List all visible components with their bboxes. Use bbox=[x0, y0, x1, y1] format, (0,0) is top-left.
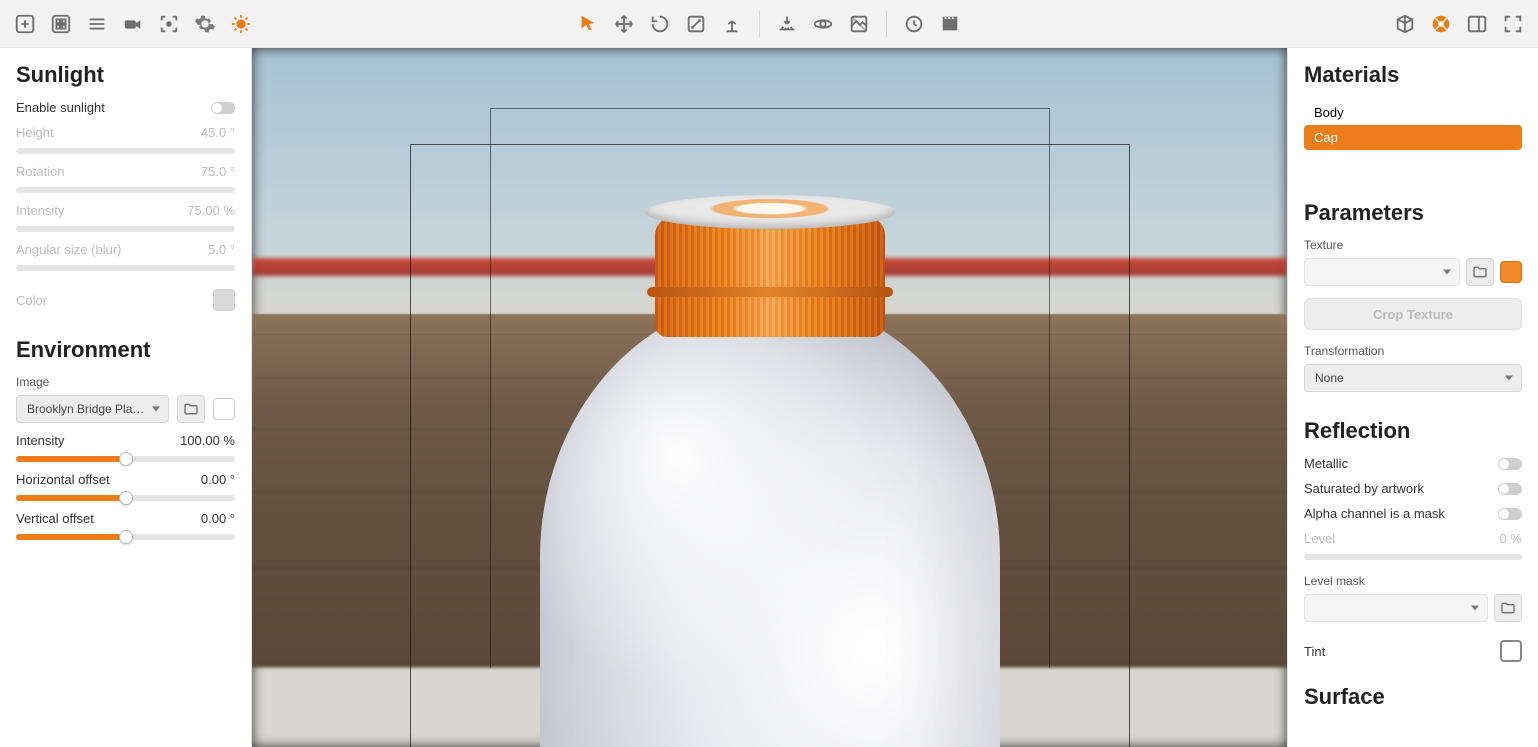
material-item-cap[interactable]: Cap bbox=[1304, 125, 1522, 150]
image-adjust-icon[interactable] bbox=[842, 7, 876, 41]
bottle-cap-top bbox=[645, 195, 895, 229]
cursor-icon[interactable] bbox=[571, 7, 605, 41]
move-icon[interactable] bbox=[607, 7, 641, 41]
env-intensity-value: 100.00 % bbox=[180, 433, 235, 448]
saturated-toggle[interactable] bbox=[1498, 483, 1522, 495]
sunlight-title: Sunlight bbox=[16, 62, 235, 88]
uv-icon[interactable] bbox=[1424, 7, 1458, 41]
height-label: Height bbox=[16, 125, 54, 140]
level-slider bbox=[1304, 554, 1522, 560]
height-slider bbox=[16, 148, 235, 154]
texture-folder-button[interactable] bbox=[1466, 258, 1494, 286]
env-image-folder-button[interactable] bbox=[177, 395, 205, 423]
h-offset-value: 0.00 ° bbox=[201, 472, 235, 487]
metallic-label: Metallic bbox=[1304, 456, 1348, 471]
reflection-title: Reflection bbox=[1304, 418, 1522, 444]
blur-value: 5.0 ° bbox=[208, 242, 235, 257]
cube-icon[interactable] bbox=[1388, 7, 1422, 41]
alpha-mask-toggle[interactable] bbox=[1498, 508, 1522, 520]
texture-color-swatch[interactable] bbox=[1500, 261, 1522, 283]
env-image-value: Brooklyn Bridge Pla… bbox=[27, 402, 144, 416]
tint-swatch[interactable] bbox=[1500, 640, 1522, 662]
sun-intensity-label: Intensity bbox=[16, 203, 64, 218]
v-offset-slider[interactable] bbox=[16, 534, 235, 540]
toolbar-center bbox=[571, 7, 967, 41]
grid-icon[interactable] bbox=[44, 7, 78, 41]
add-icon[interactable] bbox=[8, 7, 42, 41]
env-intensity-label: Intensity bbox=[16, 433, 64, 448]
bottle-cap bbox=[655, 217, 885, 337]
scale-icon[interactable] bbox=[679, 7, 713, 41]
env-intensity-slider[interactable] bbox=[16, 456, 235, 462]
enable-sunlight-toggle[interactable] bbox=[211, 102, 235, 114]
enable-sunlight-label: Enable sunlight bbox=[16, 100, 105, 115]
env-image-select[interactable]: Brooklyn Bridge Pla… bbox=[16, 395, 169, 423]
separator bbox=[886, 11, 887, 37]
height-value: 45.0 ° bbox=[201, 125, 235, 140]
history-icon[interactable] bbox=[897, 7, 931, 41]
panel-sunlight: Sunlight Enable sunlight Height 45.0 ° Ro… bbox=[0, 48, 252, 747]
blur-label: Angular size (blur) bbox=[16, 242, 122, 257]
saturated-label: Saturated by artwork bbox=[1304, 481, 1424, 496]
tint-label: Tint bbox=[1304, 644, 1325, 659]
blur-slider bbox=[16, 265, 235, 271]
environment-title: Environment bbox=[16, 337, 235, 363]
rotate-icon[interactable] bbox=[643, 7, 677, 41]
material-item-body[interactable]: Body bbox=[1304, 100, 1522, 125]
rotation-slider bbox=[16, 187, 235, 193]
env-color-swatch[interactable] bbox=[213, 398, 235, 420]
level-label: Level bbox=[1304, 531, 1335, 546]
ground-icon[interactable] bbox=[770, 7, 804, 41]
v-offset-value: 0.00 ° bbox=[201, 511, 235, 526]
fullscreen-icon[interactable] bbox=[1496, 7, 1530, 41]
camera-icon[interactable] bbox=[116, 7, 150, 41]
bottle-body bbox=[540, 297, 1000, 747]
separator bbox=[759, 11, 760, 37]
side-panel-icon[interactable] bbox=[1460, 7, 1494, 41]
rotation-value: 75.0 ° bbox=[201, 164, 235, 179]
sun-color-swatch[interactable] bbox=[213, 289, 235, 311]
parameters-title: Parameters bbox=[1304, 200, 1522, 226]
focus-icon[interactable] bbox=[152, 7, 186, 41]
transformation-value: None bbox=[1315, 371, 1344, 385]
viewport[interactable] bbox=[252, 48, 1287, 747]
v-offset-label: Vertical offset bbox=[16, 511, 94, 526]
h-offset-label: Horizontal offset bbox=[16, 472, 110, 487]
texture-select[interactable] bbox=[1304, 258, 1460, 286]
sun-intensity-value: 75.00 % bbox=[187, 203, 235, 218]
alpha-mask-label: Alpha channel is a mask bbox=[1304, 506, 1445, 521]
panel-materials: Materials Body Cap Parameters Texture Cr… bbox=[1287, 48, 1538, 747]
level-value: 0 % bbox=[1500, 531, 1522, 546]
level-mask-label: Level mask bbox=[1304, 574, 1522, 588]
transformation-select[interactable]: None bbox=[1304, 364, 1522, 392]
gear-icon[interactable] bbox=[188, 7, 222, 41]
surface-title: Surface bbox=[1304, 684, 1522, 710]
list-icon[interactable] bbox=[80, 7, 114, 41]
metallic-toggle[interactable] bbox=[1498, 458, 1522, 470]
h-offset-slider[interactable] bbox=[16, 495, 235, 501]
toolbar-left bbox=[8, 7, 258, 41]
render-icon[interactable] bbox=[933, 7, 967, 41]
local-axis-icon[interactable] bbox=[715, 7, 749, 41]
transformation-label: Transformation bbox=[1304, 344, 1522, 358]
bottle-model bbox=[510, 117, 1030, 747]
materials-title: Materials bbox=[1304, 62, 1522, 88]
sun-intensity-slider bbox=[16, 226, 235, 232]
toolbar bbox=[0, 0, 1538, 48]
toolbar-right bbox=[1388, 7, 1530, 41]
sun-color-label: Color bbox=[16, 293, 47, 308]
texture-label: Texture bbox=[1304, 238, 1522, 252]
rotation-label: Rotation bbox=[16, 164, 64, 179]
orbit-icon[interactable] bbox=[806, 7, 840, 41]
sunlight-icon[interactable] bbox=[224, 7, 258, 41]
level-mask-folder-button[interactable] bbox=[1494, 594, 1522, 622]
crop-texture-button[interactable]: Crop Texture bbox=[1304, 298, 1522, 330]
level-mask-select[interactable] bbox=[1304, 594, 1488, 622]
env-image-label: Image bbox=[16, 375, 235, 389]
